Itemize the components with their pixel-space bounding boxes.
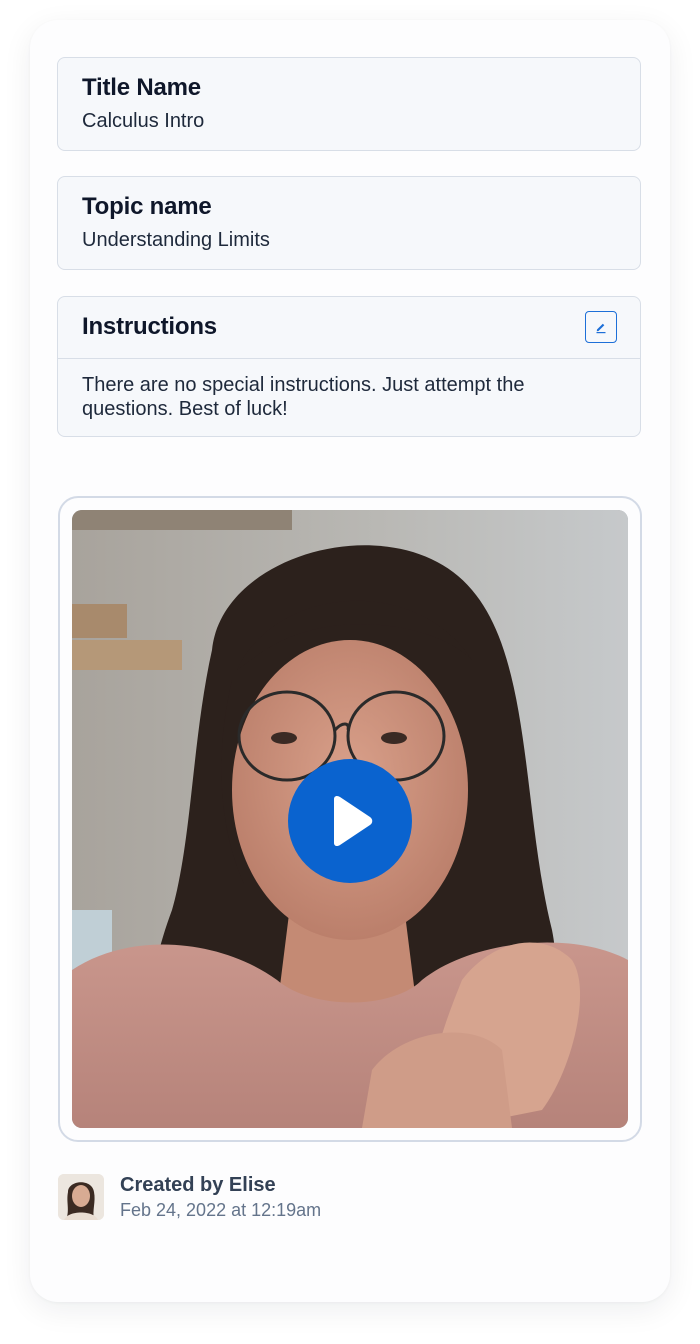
created-date: Feb 24, 2022 at 12:19am: [120, 1200, 322, 1220]
topic-field: Topic name Understanding Limits: [57, 176, 641, 270]
edit-instructions-button[interactable]: [585, 311, 617, 343]
avatar-image: [58, 1174, 104, 1220]
play-button[interactable]: [288, 759, 412, 883]
assignment-card: Title Name Calculus Intro Topic name Und…: [30, 20, 670, 1302]
title-value: Calculus Intro: [82, 110, 205, 132]
video-frame: [58, 496, 642, 1142]
instructions-label: Instructions: [82, 313, 217, 340]
instructions-header: Instructions: [58, 297, 640, 359]
creator-info: Created by Elise Feb 24, 2022 at 12:19am: [58, 1174, 558, 1222]
video-player[interactable]: [72, 510, 628, 1128]
topic-label: Topic name: [82, 193, 212, 220]
topic-value: Understanding Limits: [82, 229, 270, 251]
edit-pencil-icon: [596, 323, 606, 334]
title-label: Title Name: [82, 74, 201, 101]
creator-name: Created by Elise: [120, 1174, 276, 1196]
play-icon: [334, 795, 373, 847]
instructions-panel: Instructions There are no special instru…: [57, 296, 641, 437]
creator-avatar: [58, 1174, 104, 1220]
instructions-text: There are no special instructions. Just …: [82, 374, 525, 420]
title-field: Title Name Calculus Intro: [57, 57, 641, 151]
